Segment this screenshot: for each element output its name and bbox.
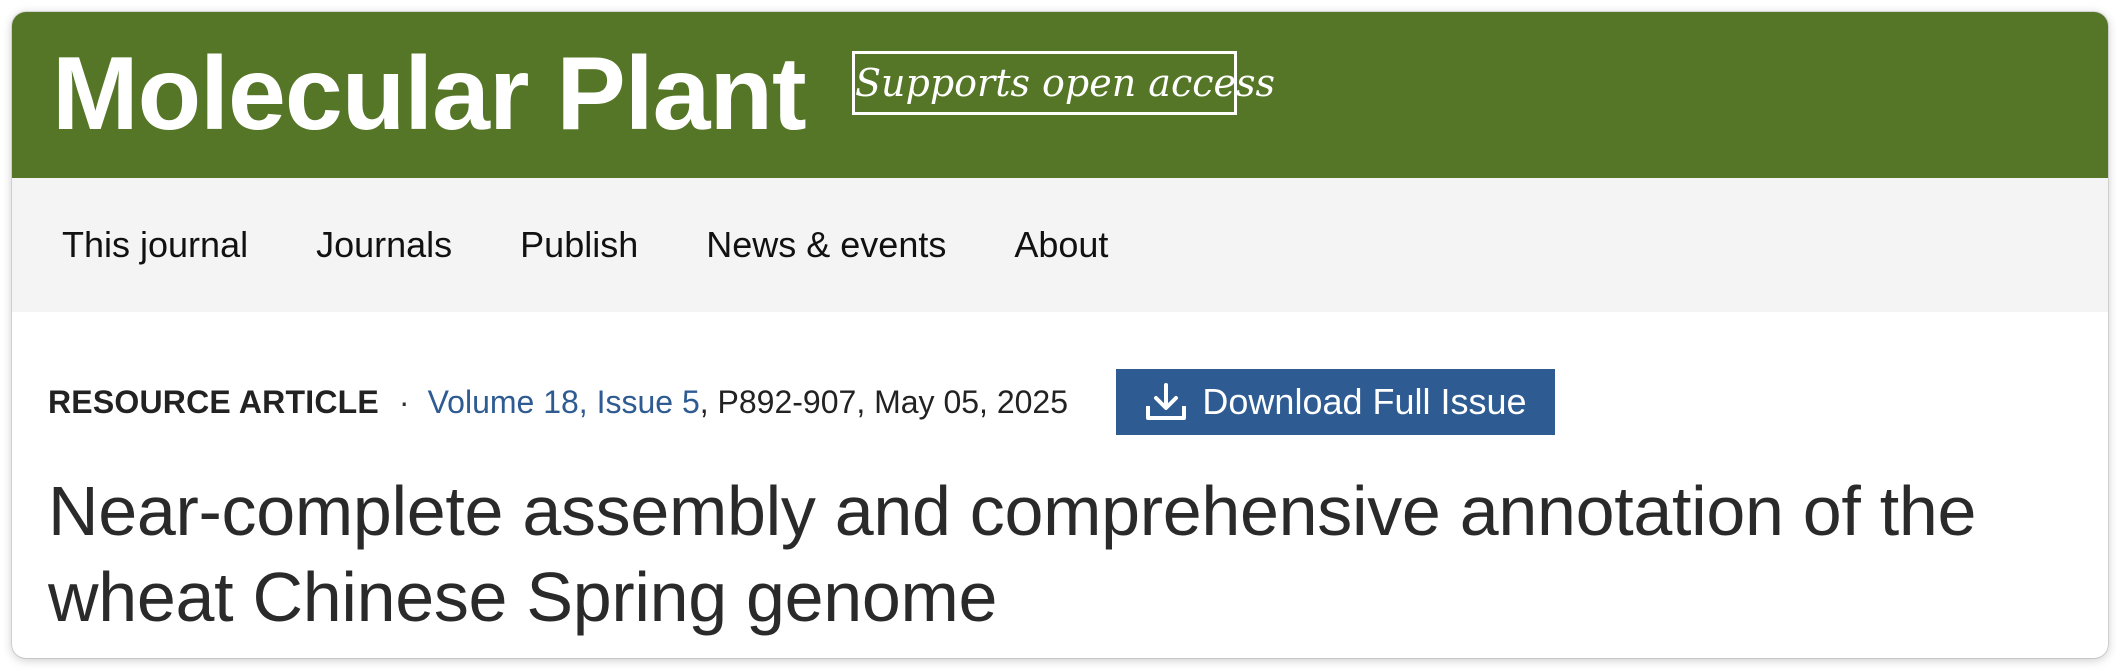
nav-item-this-journal[interactable]: This journal (62, 224, 248, 266)
article-header-card: Molecular Plant Supports open access Thi… (12, 12, 2108, 658)
nav-item-journals[interactable]: Journals (316, 224, 452, 266)
journal-masthead: Molecular Plant Supports open access (12, 12, 2108, 178)
download-full-issue-button[interactable]: Download Full Issue (1116, 369, 1555, 435)
nav-menu: This journal Journals Publish News & eve… (62, 178, 1108, 312)
article-type-label: RESOURCE ARTICLE (48, 383, 379, 420)
article-title: Near-complete assembly and comprehensive… (48, 472, 1977, 636)
pages-and-date: , P892-907, May 05, 2025 (699, 383, 1068, 420)
nav-item-publish[interactable]: Publish (520, 224, 638, 266)
nav-item-about[interactable]: About (1014, 224, 1108, 266)
issue-link[interactable]: Volume 18, Issue 5 (428, 384, 700, 421)
download-icon (1146, 383, 1187, 420)
meta-separator: · (398, 383, 410, 420)
article-meta: RESOURCE ARTICLE · Volume 18, Issue 5 , … (48, 369, 1068, 435)
main-navigation: This journal Journals Publish News & eve… (12, 178, 2108, 312)
download-button-label: Download Full Issue (1202, 381, 1527, 422)
open-access-badge: Supports open access (852, 51, 1275, 115)
journal-title[interactable]: Molecular Plant (52, 32, 807, 156)
nav-item-news-events[interactable]: News & events (706, 224, 946, 266)
